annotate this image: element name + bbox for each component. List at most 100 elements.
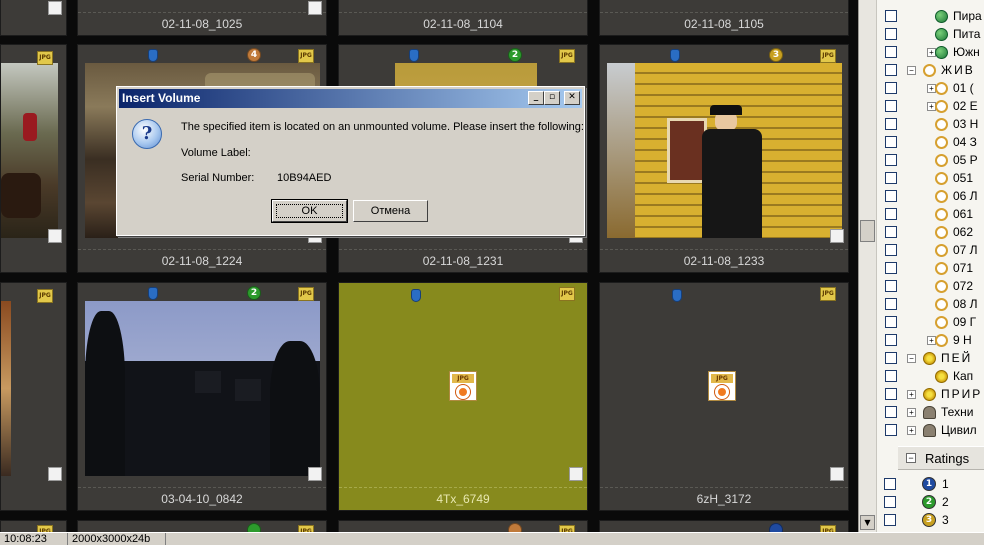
tree-item[interactable]: 07 Л (877, 242, 984, 260)
thumbnail[interactable]: 02-11-08_1025 (77, 0, 327, 36)
tree-item-checkbox[interactable] (885, 244, 897, 256)
tree-item[interactable]: +02 Е (877, 98, 984, 116)
tree-item-label: 09 Г (953, 315, 977, 329)
cancel-button[interactable]: Отмена (353, 200, 428, 222)
tag-icon (935, 82, 948, 95)
tree-item-checkbox[interactable] (885, 370, 897, 382)
rating-item-1[interactable]: 1 1 (876, 476, 984, 494)
rating-checkbox[interactable] (884, 478, 896, 490)
tree-item[interactable]: 062 (877, 224, 984, 242)
thumbnail-partial[interactable] (0, 0, 67, 36)
tree-item[interactable]: + ПРИР (877, 386, 984, 404)
tree-item-checkbox[interactable] (885, 334, 897, 346)
tree-item[interactable]: +9 Н (877, 332, 984, 350)
scrollbar-thumb[interactable] (860, 220, 875, 242)
collapse-icon[interactable]: − (906, 453, 916, 463)
tag-icon (935, 100, 948, 113)
thumbnail[interactable]: 3 JPG 02-11-08_1233 (599, 44, 849, 273)
tree-item[interactable]: Пита (877, 26, 984, 44)
tree-item[interactable]: 03 Н (877, 116, 984, 134)
tree-item[interactable]: +01 ( (877, 80, 984, 98)
tree-item-checkbox[interactable] (885, 172, 897, 184)
thumbnail-partial[interactable]: JPG (77, 520, 327, 532)
rating-checkbox[interactable] (884, 496, 896, 508)
expand-icon[interactable]: + (907, 408, 916, 417)
thumbnail-partial[interactable]: JPG (0, 282, 67, 511)
thumbnail-partial[interactable]: JPG (0, 44, 67, 273)
thumbnail[interactable]: 02-11-08_1105 (599, 0, 849, 36)
rating-checkbox[interactable] (884, 514, 896, 526)
tree-item-checkbox[interactable] (885, 82, 897, 94)
tree-item-checkbox[interactable] (885, 118, 897, 130)
tree-item[interactable]: 061 (877, 206, 984, 224)
tree-item-checkbox[interactable] (885, 190, 897, 202)
rating-item-3[interactable]: 3 3 (876, 512, 984, 530)
tree-item[interactable]: − ПЕЙ (877, 350, 984, 368)
ok-button[interactable]: OK (271, 199, 348, 223)
tree-item-checkbox[interactable] (885, 406, 897, 418)
tree-item-checkbox[interactable] (885, 316, 897, 328)
thumbnail-checkbox[interactable] (48, 1, 62, 15)
tree-item[interactable]: + Южн (877, 44, 984, 62)
tree-item-checkbox[interactable] (885, 154, 897, 166)
tree-item[interactable]: Пира (877, 8, 984, 26)
thumbnail-checkbox[interactable] (308, 1, 322, 15)
collapse-icon[interactable]: − (907, 354, 916, 363)
tree-item[interactable]: 08 Л (877, 296, 984, 314)
vertical-scrollbar[interactable]: ▼ (858, 0, 876, 532)
ratings-section-header[interactable]: − Ratings (898, 446, 984, 470)
tree-item[interactable]: 05 Р (877, 152, 984, 170)
collapse-icon[interactable]: − (907, 66, 916, 75)
tree-item-checkbox[interactable] (885, 280, 897, 292)
tree-item[interactable]: 072 (877, 278, 984, 296)
tree-item[interactable]: Кап (877, 368, 984, 386)
expand-icon[interactable]: + (907, 426, 916, 435)
tree-item-checkbox[interactable] (885, 10, 897, 22)
tree-item-checkbox[interactable] (885, 298, 897, 310)
tree-item-checkbox[interactable] (885, 64, 897, 76)
tree-item-checkbox[interactable] (885, 388, 897, 400)
tree-item[interactable]: 071 (877, 260, 984, 278)
rating-item-2[interactable]: 2 2 (876, 494, 984, 512)
thumbnail-checkbox[interactable] (48, 229, 62, 243)
thumbnail-checkbox[interactable] (830, 467, 844, 481)
tree-item[interactable]: + Техни (877, 404, 984, 422)
expand-icon[interactable]: + (907, 390, 916, 399)
tree-item-checkbox[interactable] (885, 46, 897, 58)
tree-item[interactable]: 051 (877, 170, 984, 188)
thumbnail[interactable]: 2 JPG 03-04-10_0842 (77, 282, 327, 511)
shield-icon (148, 49, 158, 62)
tree-item-checkbox[interactable] (885, 352, 897, 364)
tree-item[interactable]: − ЖИВ (877, 62, 984, 80)
tree-item-checkbox[interactable] (885, 208, 897, 220)
minimize-icon[interactable]: _ (528, 91, 544, 105)
thumbnail[interactable]: 02-11-08_1104 (338, 0, 588, 36)
thumbnail-partial[interactable]: JPG (338, 520, 588, 532)
dialog-titlebar[interactable]: Insert Volume _ ▫ ✕ (119, 89, 582, 108)
tree-item-checkbox[interactable] (885, 226, 897, 238)
tree-item[interactable]: + Цивил (877, 422, 984, 440)
thumbnail-partial[interactable]: JPG (0, 520, 67, 532)
rating-label: 2 (942, 495, 949, 509)
thumbnail[interactable]: JPG JPG 6zH_3172 (599, 282, 849, 511)
flower-icon (923, 352, 936, 365)
scroll-down-arrow[interactable]: ▼ (860, 515, 875, 530)
restore-icon[interactable]: ▫ (544, 91, 560, 105)
thumbnail-checkbox[interactable] (308, 467, 322, 481)
tree-item-checkbox[interactable] (885, 100, 897, 112)
thumbnail-checkbox[interactable] (569, 467, 583, 481)
tree-item-checkbox[interactable] (885, 262, 897, 274)
thumbnail-selected[interactable]: JPG JPG 4Tx_6749 (338, 282, 588, 511)
tree-item-checkbox[interactable] (885, 28, 897, 40)
tree-item[interactable]: 09 Г (877, 314, 984, 332)
jpg-icon: JPG (37, 525, 53, 532)
tree-item-checkbox[interactable] (885, 136, 897, 148)
close-icon[interactable]: ✕ (564, 91, 580, 105)
thumbnail-partial[interactable]: JPG (599, 520, 849, 532)
thumbnail-checkbox[interactable] (48, 467, 62, 481)
tree-item[interactable]: 04 З (877, 134, 984, 152)
tree-item[interactable]: 06 Л (877, 188, 984, 206)
tag-icon (935, 280, 948, 293)
tree-item-checkbox[interactable] (885, 424, 897, 436)
thumbnail-checkbox[interactable] (830, 229, 844, 243)
